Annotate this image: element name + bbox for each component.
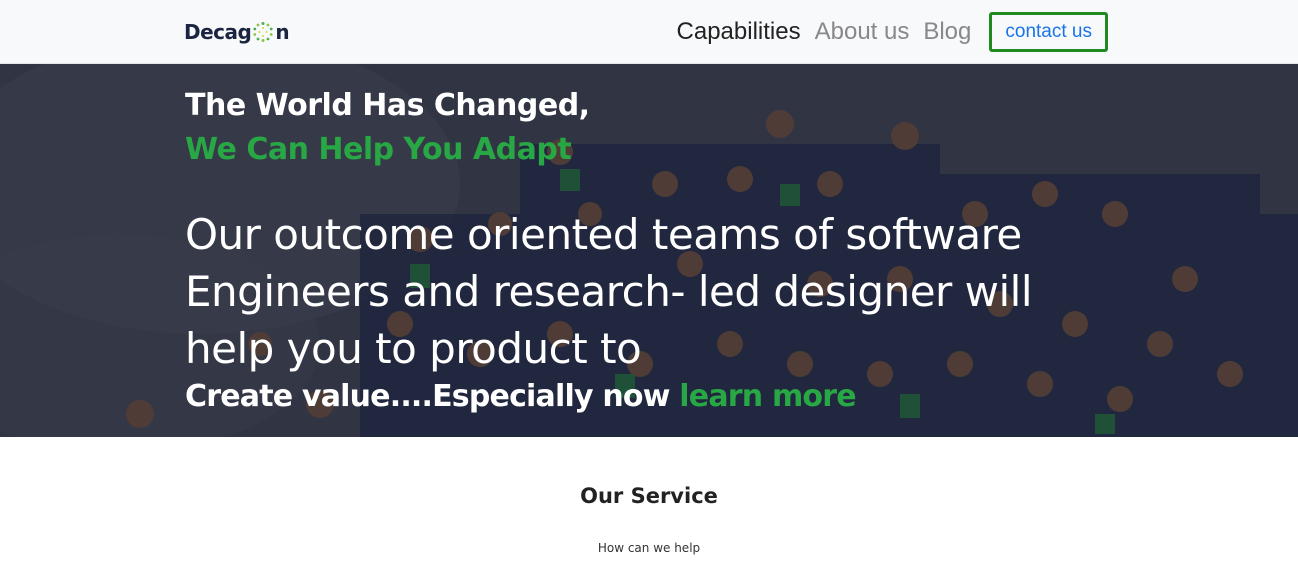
nav-link-capabilities[interactable]: Capabilities — [677, 18, 801, 46]
nav-link-about-us[interactable]: About us — [815, 18, 910, 46]
hero-headline: The World Has Changed, — [185, 88, 590, 123]
brand-name-suffix: n — [275, 20, 290, 44]
hero-cta-text: Create value....Especially now — [185, 379, 670, 414]
contact-us-button[interactable]: contact us — [989, 12, 1108, 52]
hero-subheadline: We Can Help You Adapt — [185, 132, 572, 167]
brand-name-prefix: Decag — [184, 20, 252, 44]
learn-more-link[interactable]: learn more — [679, 379, 856, 414]
service-section-title: Our Service — [580, 484, 718, 508]
nav-links: Capabilities About us Blog contact us — [677, 11, 1108, 53]
brand-logo[interactable]: Decag n — [184, 18, 290, 46]
nav-link-blog[interactable]: Blog — [923, 18, 971, 46]
hero-description: Our outcome oriented teams of software E… — [185, 210, 1033, 373]
hero-call-to-action: Create value....Especially now learn mor… — [185, 377, 1185, 417]
top-navbar: Decag n Capabilities About us Blog conta… — [0, 0, 1298, 64]
decagon-ring-logo-icon — [253, 22, 273, 42]
service-section-subtitle: How can we help — [597, 541, 701, 555]
hero-content: The World Has Changed, We Can Help You A… — [185, 84, 1185, 417]
hero-banner: The World Has Changed, We Can Help You A… — [0, 64, 1298, 437]
